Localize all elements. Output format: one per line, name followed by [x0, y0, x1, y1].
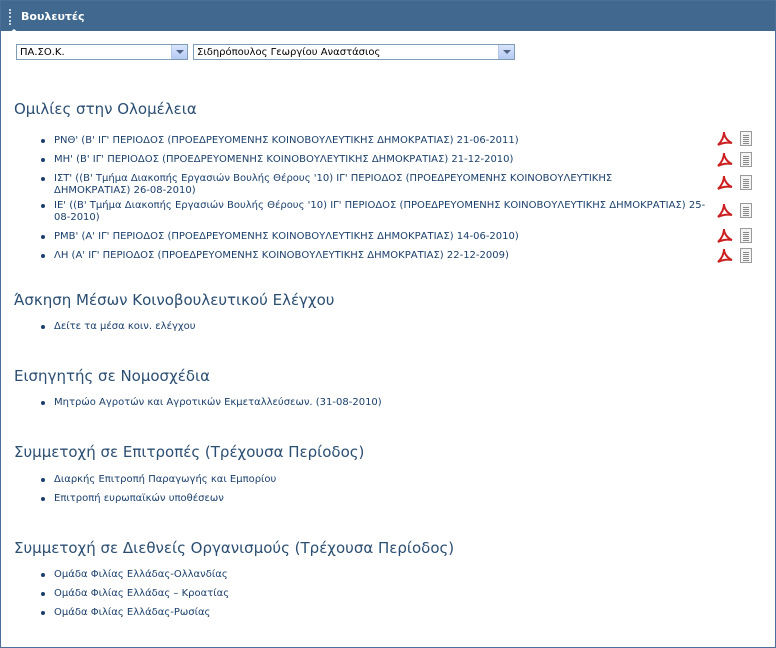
tab-notch — [9, 29, 19, 33]
party-select-value: ΠΑ.ΣΟ.Κ. — [20, 47, 65, 58]
drag-grip-icon[interactable] — [9, 9, 13, 25]
speech-link[interactable]: ΙΣΤ' ((Β' Τμήμα Διακοπής Εργασιών Βουλής… — [54, 173, 614, 197]
list-item[interactable]: ΙΣΤ' ((Β' Τμήμα Διακοπής Εργασιών Βουλής… — [41, 173, 701, 197]
list-item[interactable]: Μητρώο Αγροτών και Αγροτικών Εκμεταλλεύσ… — [41, 397, 541, 409]
speech-link[interactable]: ΡΝΘ' (Β' ΙΓ' ΠΕΡΙΟΔΟΣ (ΠΡΟΕΔΡΕΥΟΜΕΝΗΣ ΚΟ… — [54, 135, 704, 147]
section-title-control: Άσκηση Μέσων Κοινοβουλευτικού Ελέγχου — [14, 291, 335, 309]
bill-link[interactable]: Μητρώο Αγροτών και Αγροτικών Εκμεταλλεύσ… — [54, 397, 534, 409]
organization-link[interactable]: Ομάδα Φιλίας Ελλάδας-Ρωσίας — [54, 607, 434, 619]
speech-link[interactable]: ΡΜΒ' (Α' ΙΓ' ΠΕΡΙΟΔΟΣ (ΠΡΟΕΔΡΕΥΟΜΕΝΗΣ ΚΟ… — [54, 231, 704, 243]
document-icon[interactable] — [740, 203, 752, 218]
member-select[interactable]: Σιδηρόπουλος Γεωργίου Αναστάσιος — [193, 44, 515, 60]
bullet — [41, 573, 45, 577]
speech-icons — [716, 227, 756, 245]
list-item[interactable]: Επιτροπή ευρωπαϊκών υποθέσεων — [41, 493, 441, 505]
organization-link[interactable]: Ομάδα Φιλίας Ελλάδας – Κροατίας — [54, 588, 434, 600]
pdf-icon[interactable] — [716, 247, 734, 265]
speech-icons — [716, 202, 756, 220]
chevron-down-icon[interactable] — [171, 45, 187, 59]
section-title-organizations: Συμμετοχή σε Διεθνείς Οργανισμούς (Τρέχο… — [14, 539, 455, 557]
control-link[interactable]: Δείτε τα μέσα κοιν. ελέγχου — [54, 321, 434, 333]
list-item[interactable]: ΙΕ' ((Β' Τμήμα Διακοπής Εργασιών Βουλής … — [41, 200, 711, 224]
bullet — [41, 325, 45, 329]
bullet — [41, 497, 45, 501]
speech-link[interactable]: ΙΕ' ((Β' Τμήμα Διακοπής Εργασιών Βουλής … — [54, 200, 709, 224]
bullet — [41, 478, 45, 482]
panel-title: Βουλευτές — [21, 10, 85, 23]
chevron-down-icon[interactable] — [498, 45, 514, 59]
list-item[interactable]: Διαρκής Επιτροπή Παραγωγής και Εμπορίου — [41, 474, 441, 486]
document-icon[interactable] — [740, 175, 752, 190]
party-select[interactable]: ΠΑ.ΣΟ.Κ. — [16, 44, 188, 60]
bullet — [41, 235, 45, 239]
list-item[interactable]: ΡΝΘ' (Β' ΙΓ' ΠΕΡΙΟΔΟΣ (ΠΡΟΕΔΡΕΥΟΜΕΝΗΣ ΚΟ… — [41, 135, 701, 147]
list-item[interactable]: ΜΗ' (Β' ΙΓ' ΠΕΡΙΟΔΟΣ (ΠΡΟΕΔΡΕΥΟΜΕΝΗΣ ΚΟΙ… — [41, 154, 701, 166]
bullet — [41, 254, 45, 258]
pdf-icon[interactable] — [716, 174, 734, 192]
speech-link[interactable]: ΜΗ' (Β' ΙΓ' ΠΕΡΙΟΔΟΣ (ΠΡΟΕΔΡΕΥΟΜΕΝΗΣ ΚΟΙ… — [54, 154, 704, 166]
document-icon[interactable] — [740, 152, 752, 167]
committee-link[interactable]: Επιτροπή ευρωπαϊκών υποθέσεων — [54, 493, 434, 505]
section-title-committees: Συμμετοχή σε Επιτροπές (Τρέχουσα Περίοδο… — [14, 443, 365, 461]
speech-icons — [716, 174, 756, 192]
list-item[interactable]: Δείτε τα μέσα κοιν. ελέγχου — [41, 321, 441, 333]
speech-icons — [716, 247, 756, 265]
member-select-value: Σιδηρόπουλος Γεωργίου Αναστάσιος — [197, 47, 381, 58]
speech-icons — [716, 130, 756, 148]
committee-link[interactable]: Διαρκής Επιτροπή Παραγωγής και Εμπορίου — [54, 474, 434, 486]
list-item[interactable]: ΡΜΒ' (Α' ΙΓ' ΠΕΡΙΟΔΟΣ (ΠΡΟΕΔΡΕΥΟΜΕΝΗΣ ΚΟ… — [41, 231, 701, 243]
list-item[interactable]: Ομάδα Φιλίας Ελλάδας-Ρωσίας — [41, 607, 441, 619]
bullet — [41, 158, 45, 162]
panel: Βουλευτές ΠΑ.ΣΟ.Κ. Σιδηρόπουλος Γεωργίου… — [0, 0, 776, 648]
document-icon[interactable] — [740, 131, 752, 146]
pdf-icon[interactable] — [716, 151, 734, 169]
organization-link[interactable]: Ομάδα Φιλίας Ελλάδας-Ολλανδίας — [54, 569, 434, 581]
bullet — [41, 611, 45, 615]
speech-icons — [716, 151, 756, 169]
list-item[interactable]: Ομάδα Φιλίας Ελλάδας – Κροατίας — [41, 588, 441, 600]
bullet — [41, 139, 45, 143]
document-icon[interactable] — [740, 248, 752, 263]
bullet — [41, 401, 45, 405]
pdf-icon[interactable] — [716, 202, 734, 220]
section-title-speeches: Ομιλίες στην Ολομέλεια — [14, 100, 197, 118]
document-icon[interactable] — [740, 228, 752, 243]
list-item[interactable]: Ομάδα Φιλίας Ελλάδας-Ολλανδίας — [41, 569, 441, 581]
list-item[interactable]: ΛΗ (Α' ΙΓ' ΠΕΡΙΟΔΟΣ (ΠΡΟΕΔΡΕΥΟΜΕΝΗΣ ΚΟΙΝ… — [41, 250, 701, 262]
panel-header: Βουλευτές — [1, 1, 775, 33]
bullet — [41, 592, 45, 596]
bullet — [41, 204, 45, 208]
pdf-icon[interactable] — [716, 130, 734, 148]
pdf-icon[interactable] — [716, 227, 734, 245]
speech-link[interactable]: ΛΗ (Α' ΙΓ' ΠΕΡΙΟΔΟΣ (ΠΡΟΕΔΡΕΥΟΜΕΝΗΣ ΚΟΙΝ… — [54, 250, 704, 262]
bullet — [41, 177, 45, 181]
section-title-rapporteur: Εισηγητής σε Νομοσχέδια — [14, 367, 210, 385]
